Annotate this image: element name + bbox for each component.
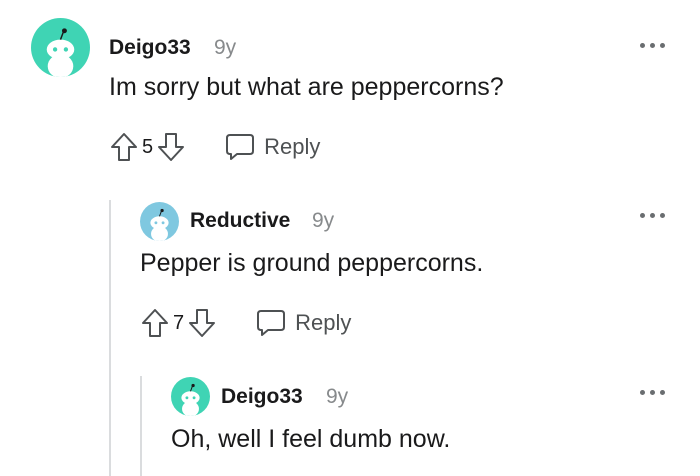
avatar[interactable] — [171, 377, 210, 416]
snoo-avatar-icon — [46, 28, 75, 77]
more-options-icon[interactable] — [640, 387, 666, 397]
comment-age[interactable]: 9y — [326, 386, 348, 407]
comment-age[interactable]: 9y — [214, 37, 236, 58]
reply-label: Reply — [264, 134, 321, 159]
username[interactable]: Deigo33 — [221, 386, 303, 407]
more-options-icon[interactable] — [640, 40, 666, 50]
reply-label: Reply — [295, 310, 352, 335]
avatar[interactable] — [140, 202, 179, 241]
thread-line-level-1[interactable] — [109, 200, 111, 476]
comment-actions: 7 Reply — [140, 305, 351, 341]
comment-body: Pepper is ground peppercorns. — [140, 249, 484, 277]
upvote-icon[interactable] — [140, 307, 170, 339]
avatar[interactable] — [31, 18, 90, 77]
comment-age[interactable]: 9y — [312, 210, 334, 231]
vote-score: 7 — [173, 311, 185, 334]
snoo-avatar-icon — [181, 383, 200, 416]
username[interactable]: Reductive — [190, 210, 290, 231]
reply-icon — [226, 134, 255, 160]
comment-actions: 5 Reply — [109, 129, 320, 165]
reply-button[interactable]: Reply — [255, 308, 351, 338]
thread-line-level-2[interactable] — [140, 376, 142, 476]
comment-body: Oh, well I feel dumb now. — [171, 425, 451, 453]
reply-button[interactable]: Reply — [224, 132, 320, 162]
downvote-icon[interactable] — [156, 131, 186, 163]
username[interactable]: Deigo33 — [109, 37, 191, 58]
snoo-avatar-icon — [150, 208, 169, 241]
downvote-icon[interactable] — [187, 307, 217, 339]
reply-icon — [257, 310, 286, 336]
more-options-icon[interactable] — [640, 210, 666, 220]
comment-body: Im sorry but what are peppercorns? — [109, 73, 504, 101]
vote-score: 5 — [142, 135, 154, 158]
upvote-icon[interactable] — [109, 131, 139, 163]
